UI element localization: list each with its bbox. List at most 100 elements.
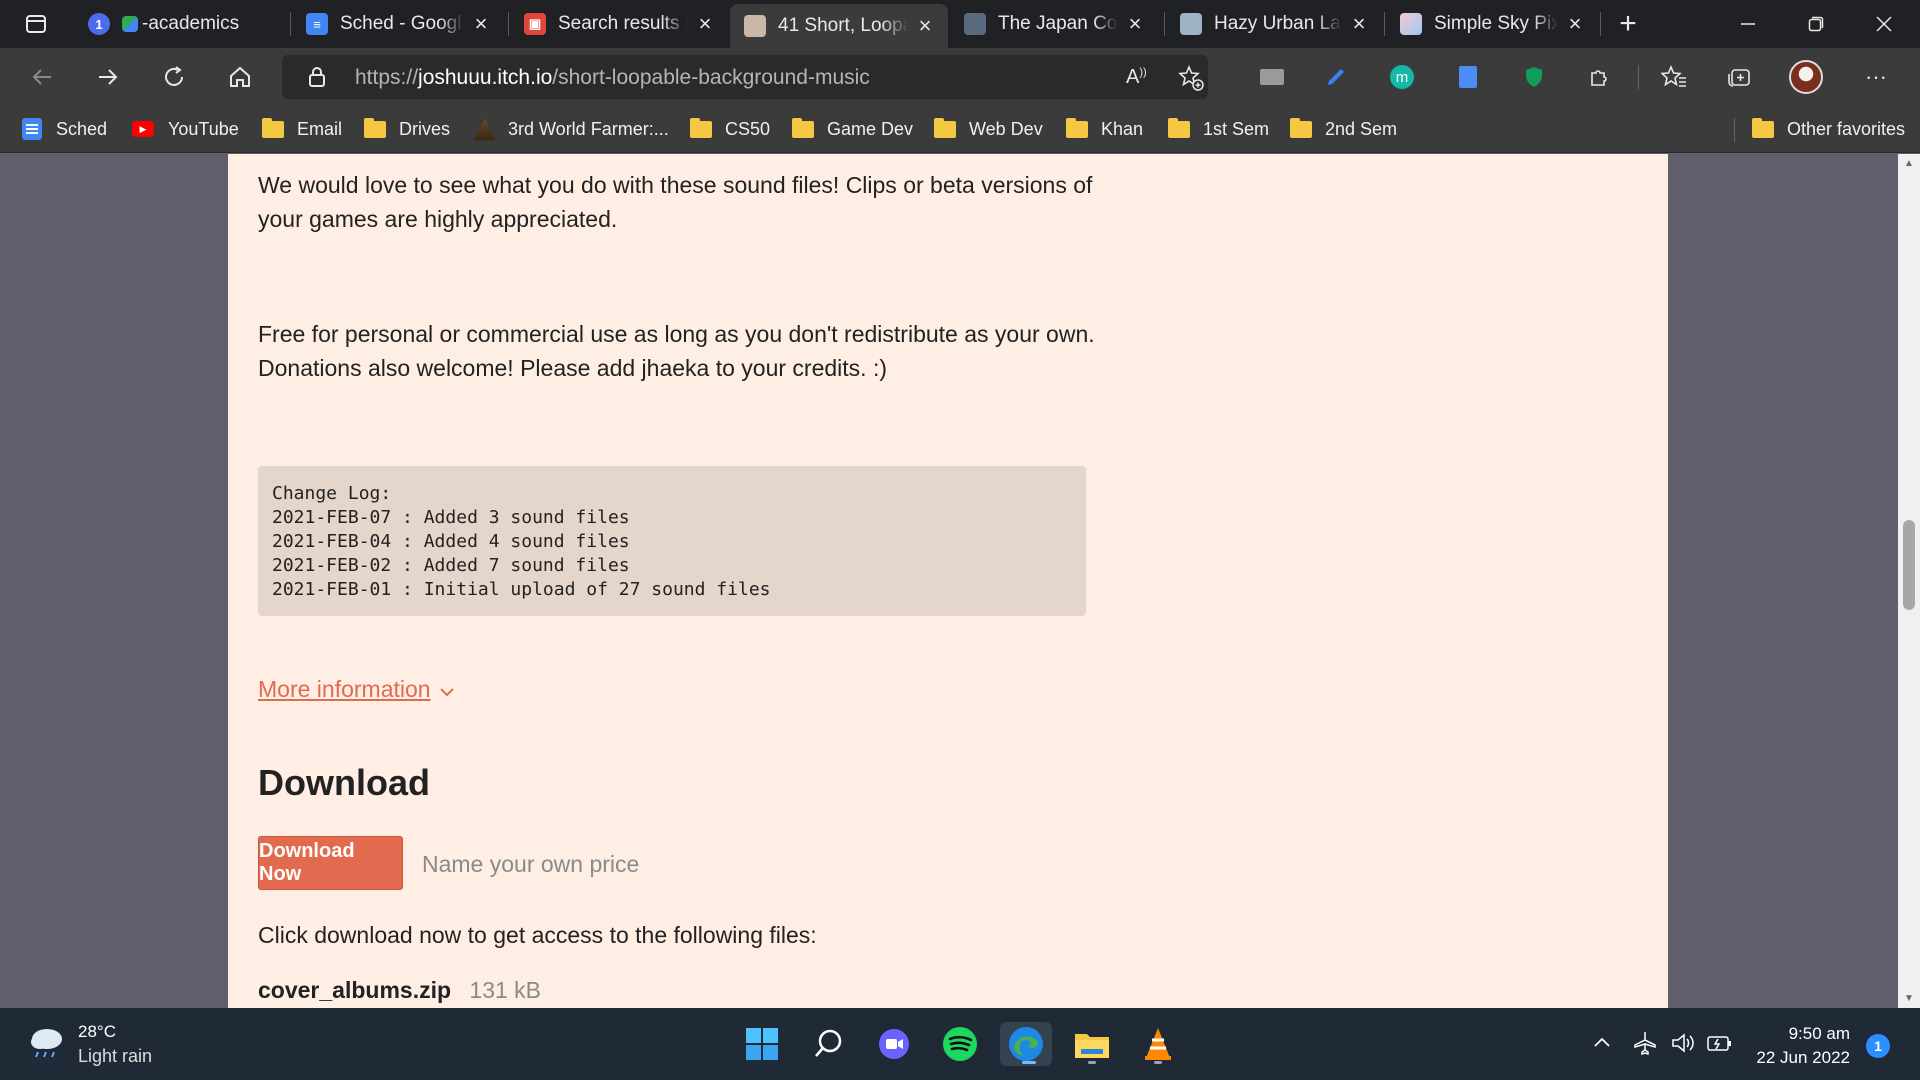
favorite-3rd-world-farmer[interactable]: 3rd World Farmer:... (474, 116, 669, 142)
folder-icon (1752, 117, 1774, 138)
file-row: cover_albums.zip 131 kB (258, 977, 541, 1004)
close-tab-icon[interactable]: × (1124, 11, 1146, 37)
rain-cloud-icon (28, 1025, 66, 1064)
close-tab-icon[interactable]: × (1348, 11, 1370, 37)
close-tab-icon[interactable]: × (694, 11, 716, 37)
farm-game-icon (474, 118, 496, 140)
edge-browser-icon[interactable] (1000, 1022, 1052, 1066)
download-heading: Download (258, 762, 430, 803)
tab-title: The Japan Colle (998, 13, 1118, 34)
search-icon[interactable] (806, 1022, 850, 1066)
tab-short-loopable-active[interactable]: 41 Short, Loopa × (730, 4, 948, 48)
tab-hazy-urban[interactable]: Hazy Urban La × (1166, 0, 1382, 48)
close-tab-icon[interactable]: × (1564, 11, 1586, 37)
favorite-2nd-sem[interactable]: 2nd Sem (1290, 116, 1397, 142)
scroll-thumb[interactable] (1903, 520, 1915, 610)
tab-title: Search results f (558, 13, 688, 34)
file-name: cover_albums.zip (258, 977, 452, 1003)
read-aloud-icon[interactable]: A)) (1126, 66, 1147, 89)
docs-favicon-icon: ≡ (306, 13, 328, 35)
volume-icon[interactable] (1670, 1031, 1696, 1060)
browser-toolbar: https://joshuuu.itch.io/short-loopable-b… (0, 48, 1920, 106)
folder-icon (1066, 117, 1088, 138)
page-favicon-icon (964, 13, 986, 35)
file-explorer-icon[interactable] (1070, 1022, 1114, 1066)
tab-actions-icon[interactable] (6, 0, 66, 48)
tab-search-results[interactable]: ▣ Search results f × (510, 0, 728, 48)
clock-time: 9:50 am (1788, 1024, 1850, 1043)
chevron-down-icon (439, 676, 455, 703)
lock-icon[interactable] (308, 66, 326, 93)
start-button[interactable] (740, 1022, 784, 1066)
shield-extension-icon[interactable] (1514, 57, 1554, 97)
teams-chat-icon[interactable] (872, 1022, 916, 1066)
extensions-puzzle-icon[interactable] (1580, 57, 1620, 97)
close-window-button[interactable] (1854, 0, 1914, 48)
page-viewport: We would love to see what you do with th… (0, 154, 1898, 1008)
url-text[interactable]: https://joshuuu.itch.io/short-loopable-b… (355, 66, 870, 90)
favorite-youtube[interactable]: ▶ YouTube (132, 116, 239, 142)
paragraph-license: Free for personal or commercial use as l… (258, 321, 1095, 381)
favorite-cs50[interactable]: CS50 (690, 116, 770, 142)
pen-extension-icon[interactable] (1316, 57, 1356, 97)
spotify-icon[interactable] (938, 1022, 982, 1066)
favorite-khan[interactable]: Khan (1066, 116, 1143, 142)
vertical-scrollbar[interactable]: ▲ ▼ (1898, 154, 1920, 1008)
favorites-bar: Sched ▶ YouTube Email Drives 3rd World F… (0, 106, 1920, 153)
temperature: 28°C (78, 1022, 116, 1041)
page-favicon-icon (744, 15, 766, 37)
notification-badge[interactable]: 1 (1866, 1034, 1890, 1058)
youtube-icon: ▶ (132, 121, 154, 137)
minimize-button[interactable] (1718, 0, 1778, 48)
refresh-button[interactable] (154, 57, 194, 97)
tab-strip: 1 -academics ≡ Sched - Google × ▣ Search… (0, 0, 1920, 48)
weather-widget[interactable]: 28°C Light rain (28, 1022, 152, 1067)
price-hint: Name your own price (422, 851, 640, 877)
tab-academics[interactable]: 1 -academics (74, 0, 286, 48)
home-button[interactable] (220, 57, 260, 97)
new-tab-button[interactable]: + (1598, 0, 1658, 48)
tab-title: -academics (142, 13, 240, 34)
battery-icon[interactable] (1706, 1031, 1734, 1060)
drive-favicon-icon (122, 16, 138, 32)
folder-icon (262, 117, 284, 138)
settings-more-icon[interactable]: ··· (1856, 57, 1896, 97)
collections-icon[interactable] (1720, 57, 1760, 97)
airplane-mode-icon[interactable] (1632, 1030, 1658, 1061)
favorite-web-dev[interactable]: Web Dev (934, 116, 1043, 142)
favorite-game-dev[interactable]: Game Dev (792, 116, 913, 142)
page-favicon-icon (1180, 13, 1202, 35)
system-clock[interactable]: 9:50 am 22 Jun 2022 (1746, 1022, 1850, 1070)
chevron-up-icon[interactable] (1592, 1032, 1612, 1057)
more-information-link[interactable]: More information (258, 676, 455, 703)
back-button[interactable] (22, 57, 62, 97)
forward-button[interactable] (88, 57, 128, 97)
close-tab-icon[interactable]: × (470, 11, 492, 37)
add-favorite-icon[interactable] (1178, 64, 1204, 96)
download-now-button[interactable]: Download Now (258, 836, 403, 890)
favorite-other-favorites[interactable]: Other favorites (1752, 116, 1905, 142)
scroll-up-arrow-icon[interactable]: ▲ (1903, 158, 1915, 169)
docs-extension-icon[interactable] (1448, 57, 1488, 97)
tab-sched-google[interactable]: ≡ Sched - Google × (292, 0, 504, 48)
tab-title: Sched - Google (340, 13, 464, 34)
extension-grey-icon[interactable] (1252, 57, 1292, 97)
favorite-email[interactable]: Email (262, 116, 342, 142)
close-tab-icon[interactable]: × (914, 13, 936, 39)
folder-icon (690, 117, 712, 138)
scroll-down-arrow-icon[interactable]: ▼ (1903, 993, 1915, 1004)
favorites-icon[interactable] (1654, 57, 1694, 97)
vlc-icon[interactable] (1136, 1022, 1180, 1066)
favorite-sched[interactable]: Sched (22, 116, 107, 142)
tab-simple-sky[interactable]: Simple Sky Pix × (1386, 0, 1598, 48)
tab-japan-collection[interactable]: The Japan Colle × (950, 0, 1158, 48)
folder-icon (1290, 117, 1312, 138)
favorite-drives[interactable]: Drives (364, 116, 450, 142)
favorite-1st-sem[interactable]: 1st Sem (1168, 116, 1269, 142)
restore-button[interactable] (1786, 0, 1846, 48)
address-bar[interactable]: https://joshuuu.itch.io/short-loopable-b… (282, 55, 1208, 99)
docs-icon (22, 118, 42, 140)
tab-title: Hazy Urban La (1214, 13, 1341, 34)
profile-avatar[interactable] (1786, 57, 1826, 97)
m-extension-icon[interactable]: m (1382, 57, 1422, 97)
